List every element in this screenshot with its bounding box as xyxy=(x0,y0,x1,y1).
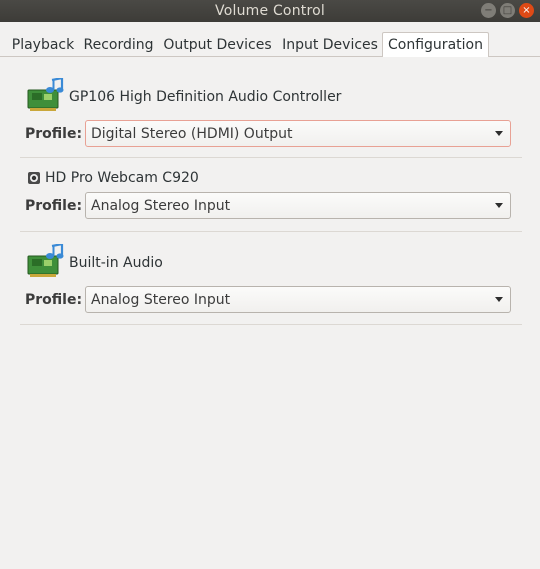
profile-row: Profile: Analog Stereo Input xyxy=(25,286,512,314)
tab-label: Recording xyxy=(83,36,154,53)
tab-recording[interactable]: Recording xyxy=(80,32,157,57)
tab-output-devices[interactable]: Output Devices xyxy=(157,32,278,57)
chevron-down-icon xyxy=(495,131,503,136)
device-name: HD Pro Webcam C920 xyxy=(45,170,199,186)
tab-input-devices[interactable]: Input Devices xyxy=(278,32,382,57)
tab-label: Input Devices xyxy=(282,36,378,53)
maximize-button[interactable]: □ xyxy=(500,3,515,18)
sound-card-icon xyxy=(27,244,64,277)
profile-value: Analog Stereo Input xyxy=(91,291,231,308)
profile-label: Profile: xyxy=(25,292,83,308)
tab-playback[interactable]: Playback xyxy=(6,32,80,57)
profile-row: Profile: Analog Stereo Input xyxy=(25,192,512,220)
maximize-icon: □ xyxy=(502,4,513,16)
profile-value: Analog Stereo Input xyxy=(91,197,231,214)
window-title: Volume Control xyxy=(215,3,325,19)
device-name: GP106 High Definition Audio Controller xyxy=(69,89,342,105)
close-button[interactable]: × xyxy=(519,3,534,18)
minimize-icon: − xyxy=(484,4,493,16)
tab-bar: Playback Recording Output Devices Input … xyxy=(0,22,540,57)
profile-value: Digital Stereo (HDMI) Output xyxy=(91,125,293,142)
separator xyxy=(20,231,522,232)
window-controls: − □ × xyxy=(481,3,534,18)
minimize-button[interactable]: − xyxy=(481,3,496,18)
profile-row: Profile: Digital Stereo (HDMI) Output xyxy=(25,120,512,148)
tab-configuration[interactable]: Configuration xyxy=(382,32,489,57)
profile-dropdown[interactable]: Digital Stereo (HDMI) Output xyxy=(85,120,511,147)
profile-label: Profile: xyxy=(25,126,83,142)
profile-dropdown[interactable]: Analog Stereo Input xyxy=(85,286,511,313)
webcam-icon xyxy=(28,172,40,184)
sound-card-icon xyxy=(27,78,64,111)
chevron-down-icon xyxy=(495,203,503,208)
device-header: Built-in Audio xyxy=(26,244,163,278)
tab-label: Output Devices xyxy=(163,36,272,53)
device-header: GP106 High Definition Audio Controller xyxy=(26,78,341,112)
tab-label: Playback xyxy=(11,36,75,53)
device-header: HD Pro Webcam C920 xyxy=(27,170,199,186)
device-name: Built-in Audio xyxy=(69,255,163,271)
separator xyxy=(20,157,522,158)
chevron-down-icon xyxy=(495,297,503,302)
separator xyxy=(20,324,522,325)
close-icon: × xyxy=(522,4,531,16)
title-bar: Volume Control − □ × xyxy=(0,0,540,22)
profile-dropdown[interactable]: Analog Stereo Input xyxy=(85,192,511,219)
profile-label: Profile: xyxy=(25,198,83,214)
tab-label: Configuration xyxy=(388,37,483,53)
